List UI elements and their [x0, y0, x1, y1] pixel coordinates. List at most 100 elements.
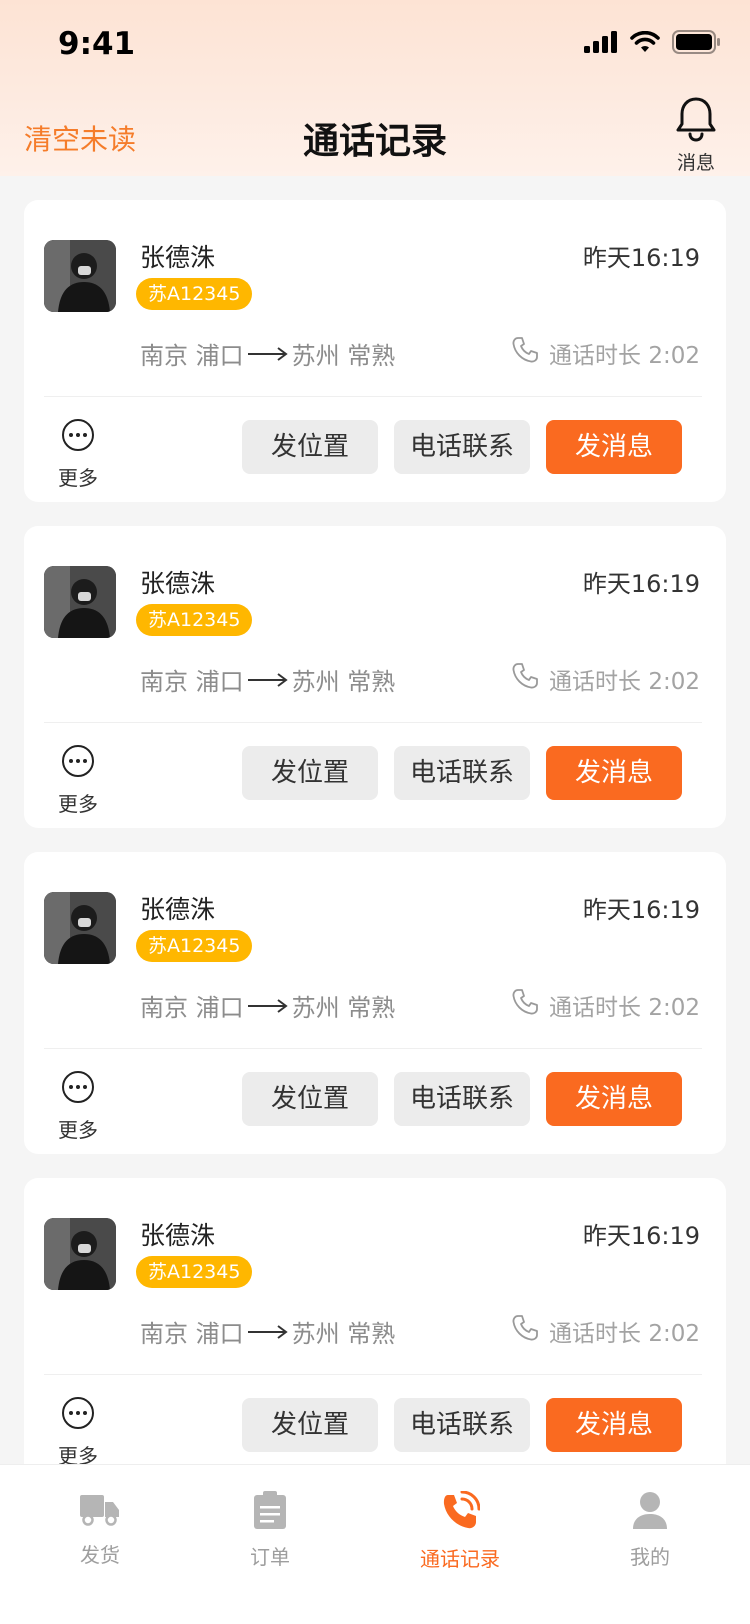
tab-label: 通话记录	[420, 1547, 500, 1571]
call-duration: 通话时长 2:02	[511, 988, 700, 1022]
truck-icon	[80, 1495, 120, 1531]
call-record-card[interactable]: 张德洙 昨天16:19 苏A12345 南京 浦口 苏州 常熟 通话时长 2:0…	[24, 1178, 726, 1480]
send-location-button[interactable]: 发位置	[242, 1398, 378, 1452]
call-duration: 通话时长 2:02	[511, 662, 700, 696]
divider	[44, 1048, 702, 1049]
user-icon	[631, 1492, 669, 1533]
route-from: 南京 浦口	[140, 668, 244, 696]
send-message-button[interactable]: 发消息	[546, 1072, 682, 1126]
route-from: 南京 浦口	[140, 994, 244, 1022]
phone-call-icon	[440, 1490, 481, 1535]
tab-call-records[interactable]: 通话记录	[400, 1490, 520, 1572]
header: 9:41 清空未读 通话记录 消息	[0, 0, 750, 176]
tab-profile[interactable]: 我的	[590, 1491, 710, 1570]
route: 南京 浦口 苏州 常熟	[140, 988, 395, 1023]
call-records-page: 9:41 清空未读 通话记录 消息 张德洙 昨天16:19 苏A12345 南京…	[0, 0, 750, 1624]
messages-button[interactable]: 消息	[670, 96, 722, 175]
arrow-right-icon	[247, 666, 288, 694]
status-bar: 9:41	[0, 0, 750, 90]
more-button[interactable]: 更多	[56, 418, 100, 491]
arrow-right-icon	[247, 992, 288, 1020]
phone-icon	[511, 662, 539, 696]
call-button[interactable]: 电话联系	[394, 1072, 530, 1126]
call-duration-text: 通话时长 2:02	[549, 669, 700, 695]
call-record-card[interactable]: 张德洙 昨天16:19 苏A12345 南京 浦口 苏州 常熟 通话时长 2:0…	[24, 852, 726, 1154]
send-location-button[interactable]: 发位置	[242, 746, 378, 800]
tab-ship[interactable]: 发货	[40, 1491, 160, 1568]
driver-name: 张德洙	[140, 895, 216, 924]
tab-label: 订单	[250, 1545, 290, 1569]
license-plate-badge: 苏A12345	[136, 278, 253, 310]
more-button[interactable]: 更多	[56, 744, 100, 817]
route-to: 苏州 常熟	[291, 668, 396, 696]
bottom-tab-bar: 发货 订单 通话记录 我的	[0, 1464, 750, 1624]
messages-label: 消息	[676, 152, 715, 174]
wifi-icon	[630, 30, 660, 57]
avatar	[44, 566, 116, 638]
call-time: 昨天16:19	[582, 1222, 700, 1250]
license-plate-badge: 苏A12345	[136, 604, 253, 636]
call-duration-text: 通话时长 2:02	[549, 343, 700, 369]
license-plate-badge: 苏A12345	[136, 930, 253, 962]
page-title: 通话记录	[302, 121, 447, 162]
call-button[interactable]: 电话联系	[394, 1398, 530, 1452]
nav-bar: 清空未读 通话记录 消息	[0, 90, 750, 176]
route: 南京 浦口 苏州 常熟	[140, 336, 395, 371]
arrow-right-icon	[247, 1318, 288, 1346]
send-location-button[interactable]: 发位置	[242, 420, 378, 474]
call-duration-text: 通话时长 2:02	[549, 1321, 700, 1347]
avatar	[44, 240, 116, 312]
license-plate-badge: 苏A12345	[136, 1256, 253, 1288]
more-label: 更多	[58, 466, 98, 490]
avatar	[44, 1218, 116, 1290]
more-button[interactable]: 更多	[56, 1396, 100, 1469]
send-message-button[interactable]: 发消息	[546, 1398, 682, 1452]
more-label: 更多	[58, 1118, 98, 1142]
send-message-button[interactable]: 发消息	[546, 746, 682, 800]
divider	[44, 396, 702, 397]
arrow-right-icon	[247, 340, 288, 368]
driver-name: 张德洙	[140, 243, 216, 272]
send-message-button[interactable]: 发消息	[546, 420, 682, 474]
divider	[44, 1374, 702, 1375]
call-record-card[interactable]: 张德洙 昨天16:19 苏A12345 南京 浦口 苏州 常熟 通话时长 2:0…	[24, 526, 726, 828]
route: 南京 浦口 苏州 常熟	[140, 1314, 395, 1349]
avatar	[44, 892, 116, 964]
tab-label: 发货	[80, 1543, 120, 1567]
tab-orders[interactable]: 订单	[210, 1491, 330, 1570]
call-button[interactable]: 电话联系	[394, 420, 530, 474]
clipboard-icon	[252, 1491, 288, 1533]
call-record-card[interactable]: 张德洙 昨天16:19 苏A12345 南京 浦口 苏州 常熟 通话时长 2:0…	[24, 200, 726, 502]
status-time: 9:41	[58, 26, 136, 62]
signal-icon	[584, 31, 618, 57]
bell-icon	[674, 97, 718, 146]
call-time: 昨天16:19	[582, 244, 700, 272]
route-to: 苏州 常熟	[291, 994, 396, 1022]
route: 南京 浦口 苏州 常熟	[140, 662, 395, 697]
call-record-list: 张德洙 昨天16:19 苏A12345 南京 浦口 苏州 常熟 通话时长 2:0…	[24, 200, 726, 1504]
battery-icon	[672, 30, 720, 58]
driver-name: 张德洙	[140, 1221, 216, 1250]
route-to: 苏州 常熟	[291, 342, 396, 370]
more-label: 更多	[58, 792, 98, 816]
call-time: 昨天16:19	[582, 896, 700, 924]
call-time: 昨天16:19	[582, 570, 700, 598]
phone-icon	[511, 1314, 539, 1348]
tab-label: 我的	[630, 1545, 670, 1569]
route-from: 南京 浦口	[140, 342, 244, 370]
divider	[44, 722, 702, 723]
more-icon	[61, 419, 95, 456]
more-icon	[61, 1397, 95, 1434]
call-button[interactable]: 电话联系	[394, 746, 530, 800]
driver-name: 张德洙	[140, 569, 216, 598]
route-from: 南京 浦口	[140, 1320, 244, 1348]
more-icon	[61, 1071, 95, 1108]
call-duration: 通话时长 2:02	[511, 336, 700, 370]
call-duration: 通话时长 2:02	[511, 1314, 700, 1348]
route-to: 苏州 常熟	[291, 1320, 396, 1348]
more-button[interactable]: 更多	[56, 1070, 100, 1143]
more-icon	[61, 745, 95, 782]
send-location-button[interactable]: 发位置	[242, 1072, 378, 1126]
phone-icon	[511, 336, 539, 370]
phone-icon	[511, 988, 539, 1022]
